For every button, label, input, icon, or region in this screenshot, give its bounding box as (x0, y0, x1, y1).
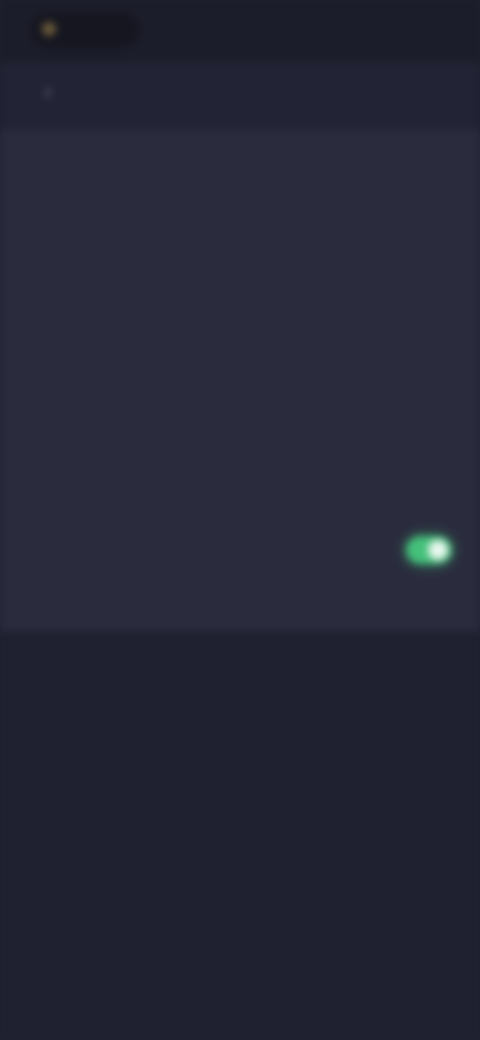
status-pill (30, 12, 140, 48)
chevron-left-icon: ‹ (44, 78, 52, 105)
toggle-knob (428, 540, 448, 560)
settings-list (0, 130, 480, 631)
settings-item[interactable] (0, 306, 480, 360)
app-screen: ‹ (0, 0, 480, 1040)
settings-item-with-toggle[interactable] (0, 522, 480, 576)
settings-item[interactable] (0, 198, 480, 252)
status-bar (0, 0, 480, 62)
settings-item[interactable] (0, 144, 480, 198)
settings-item[interactable] (0, 576, 480, 630)
setting-toggle[interactable] (406, 536, 452, 564)
settings-item[interactable] (0, 414, 480, 468)
empty-area (0, 631, 480, 1040)
settings-item[interactable] (0, 360, 480, 414)
status-dot-icon (42, 22, 56, 36)
page-header: ‹ (0, 62, 480, 130)
settings-item[interactable] (0, 468, 480, 522)
settings-item[interactable] (0, 252, 480, 306)
back-button[interactable]: ‹ (32, 76, 64, 108)
